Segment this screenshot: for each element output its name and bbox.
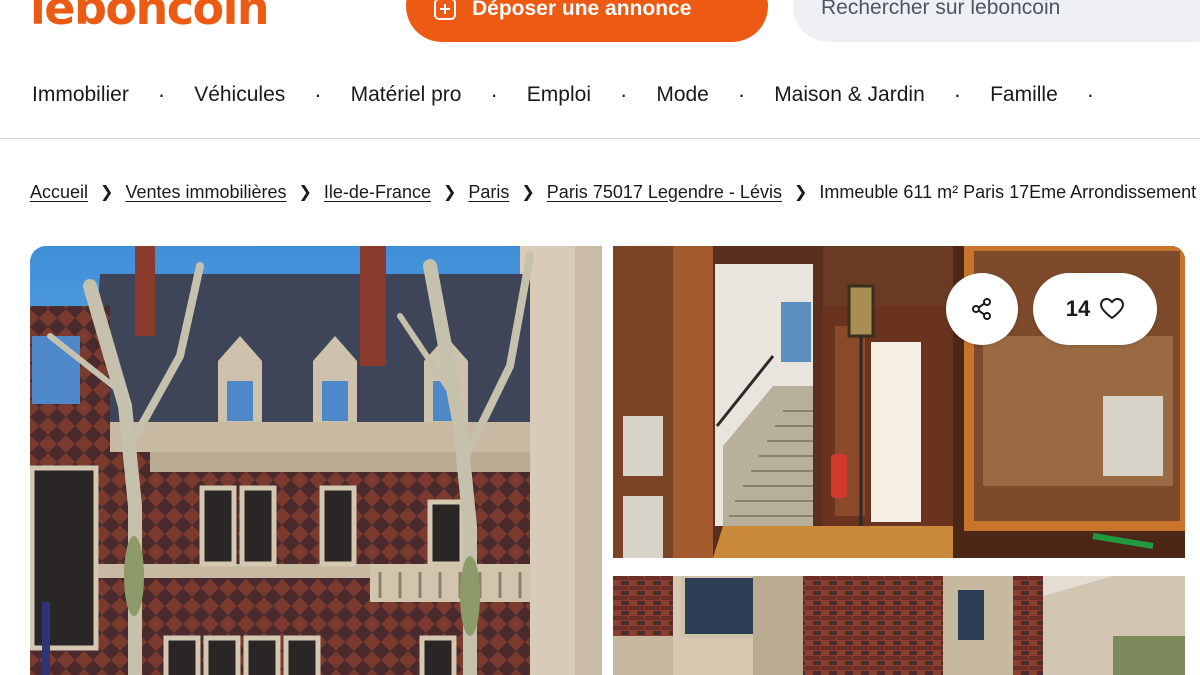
header: leboncoin Déposer une annonce <box>0 0 1200 60</box>
nav-separator: · <box>737 82 746 107</box>
search-bar[interactable] <box>793 0 1200 42</box>
heart-icon <box>1100 298 1125 319</box>
search-input[interactable] <box>821 0 1200 20</box>
nav-item-maison-jardin[interactable]: Maison & Jardin <box>774 83 925 107</box>
nav-item-materiel-pro[interactable]: Matériel pro <box>351 83 462 107</box>
post-ad-button[interactable]: Déposer une annonce <box>406 0 768 42</box>
nav-separator: · <box>490 82 498 107</box>
breadcrumb-link-paris[interactable]: Paris <box>468 182 509 203</box>
nav-item-vehicules[interactable]: Véhicules <box>194 83 285 107</box>
nav-item-emploi[interactable]: Emploi <box>527 83 591 107</box>
nav-item-famille[interactable]: Famille <box>990 83 1058 107</box>
nav-separator: · <box>157 82 166 107</box>
favorite-button[interactable]: 14 <box>1033 273 1157 345</box>
main-listing-photo[interactable] <box>30 246 602 675</box>
breadcrumb-current-page: Immeuble 611 m² Paris 17Eme Arrondisseme… <box>819 181 1197 202</box>
breadcrumb-link-paris-75017[interactable]: Paris 75017 Legendre - Lévis <box>547 182 782 203</box>
chevron-right-icon: ❯ <box>793 184 808 201</box>
breadcrumb-link-accueil[interactable]: Accueil <box>30 182 88 203</box>
chevron-right-icon: ❯ <box>442 184 457 201</box>
exterior-listing-photo[interactable] <box>613 576 1185 675</box>
chevron-right-icon: ❯ <box>298 184 312 201</box>
plus-square-icon <box>434 0 456 20</box>
category-nav: Immobilier · Véhicules · Matériel pro · … <box>0 70 1200 120</box>
nav-separator: · <box>953 82 962 107</box>
nav-item-mode[interactable]: Mode <box>656 83 709 107</box>
breadcrumb-link-ile-de-france[interactable]: Ile-de-France <box>324 182 431 203</box>
chevron-right-icon: ❯ <box>100 184 114 201</box>
chevron-right-icon: ❯ <box>521 184 535 201</box>
favorite-count: 14 <box>1065 296 1091 321</box>
nav-separator: · <box>620 82 628 107</box>
nav-item-immobilier[interactable]: Immobilier <box>32 83 129 107</box>
nav-separator: · <box>314 82 322 107</box>
breadcrumb: Accueil ❯ Ventes immobilières ❯ Ile-de-F… <box>30 180 1196 204</box>
share-button[interactable] <box>946 273 1018 345</box>
breadcrumb-link-ventes-immobilieres[interactable]: Ventes immobilières <box>125 182 286 203</box>
nav-separator: · <box>1086 82 1095 107</box>
nav-divider <box>0 138 1200 139</box>
share-icon <box>972 298 991 320</box>
post-ad-label: Déposer une annonce <box>472 0 692 20</box>
leboncoin-logo[interactable]: leboncoin <box>30 0 270 38</box>
